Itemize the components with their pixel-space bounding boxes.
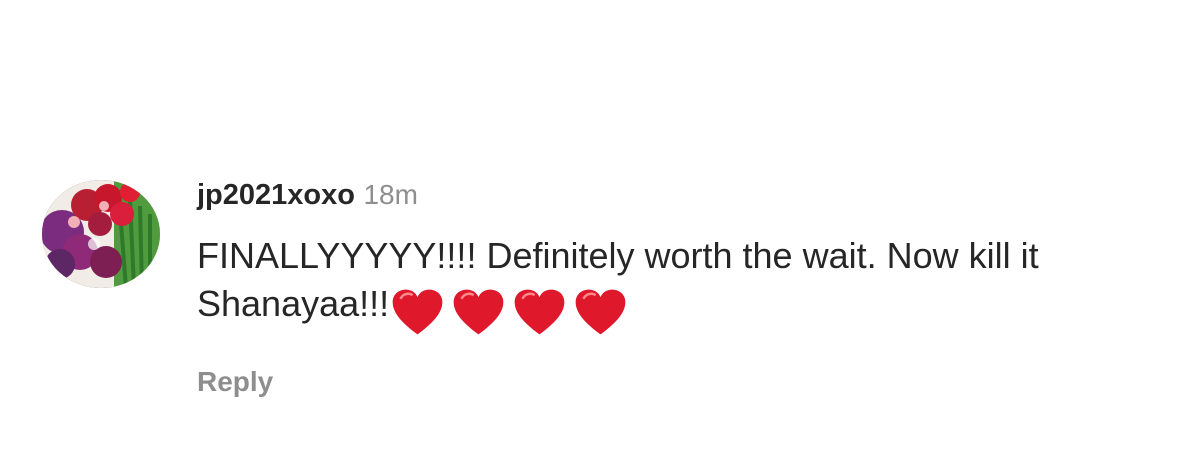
comment-text: FINALLYYYYY!!!! Definitely worth the wai… [197,232,1192,336]
red-heart-icon [452,288,505,336]
avatar[interactable] [42,180,160,288]
red-heart-icon [513,288,566,336]
flower-bouquet-avatar-icon [42,180,160,288]
comment-content: jp2021xoxo 18m FINALLYYYYY!!!! Definitel… [197,178,1188,397]
comment-item: jp2021xoxo 18m FINALLYYYYY!!!! Definitel… [38,178,1188,408]
comment-meta: jp2021xoxo 18m [197,178,1188,212]
red-heart-icon [391,288,444,336]
red-heart-icon [574,288,627,336]
heart-emoji-group [391,288,635,336]
timestamp: 18m [363,179,418,210]
reply-button[interactable]: Reply [197,366,273,398]
username[interactable]: jp2021xoxo [197,179,355,211]
